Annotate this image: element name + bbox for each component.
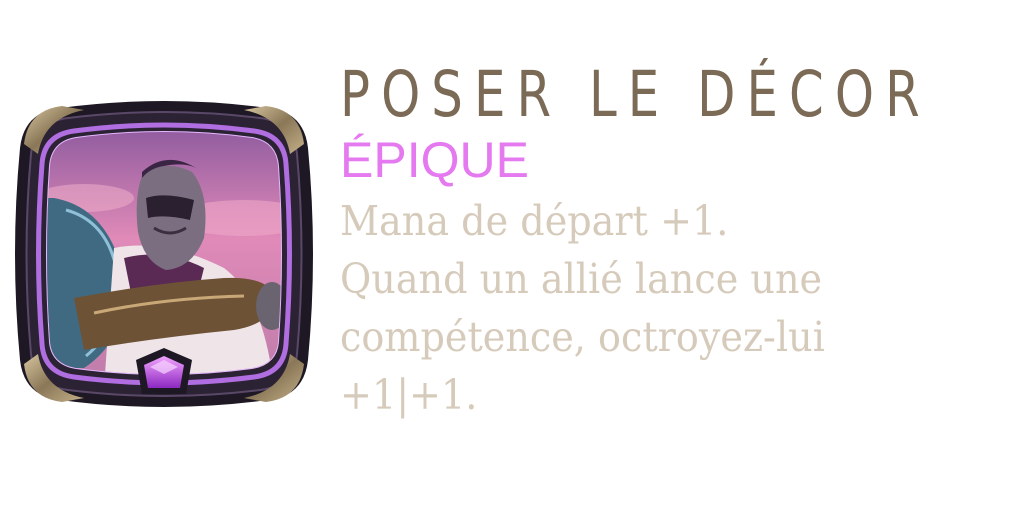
rarity-label: ÉPIQUE bbox=[340, 132, 529, 188]
augment-title: POSER LE DÉCOR bbox=[340, 58, 931, 131]
augment-card[interactable]: POSER LE DÉCOR ÉPIQUE Mana de départ +1.… bbox=[0, 0, 1024, 512]
description-line: +1|+1. bbox=[340, 371, 478, 419]
champion-portrait-icon bbox=[14, 98, 314, 410]
augment-info: POSER LE DÉCOR ÉPIQUE Mana de départ +1.… bbox=[340, 60, 1010, 424]
description-line: Quand un allié lance une bbox=[340, 255, 823, 303]
augment-description: Mana de départ +1. Quand un allié lance … bbox=[340, 192, 1010, 424]
description-line: compétence, octroyez-lui bbox=[340, 313, 825, 361]
description-line: Mana de départ +1. bbox=[340, 197, 729, 245]
